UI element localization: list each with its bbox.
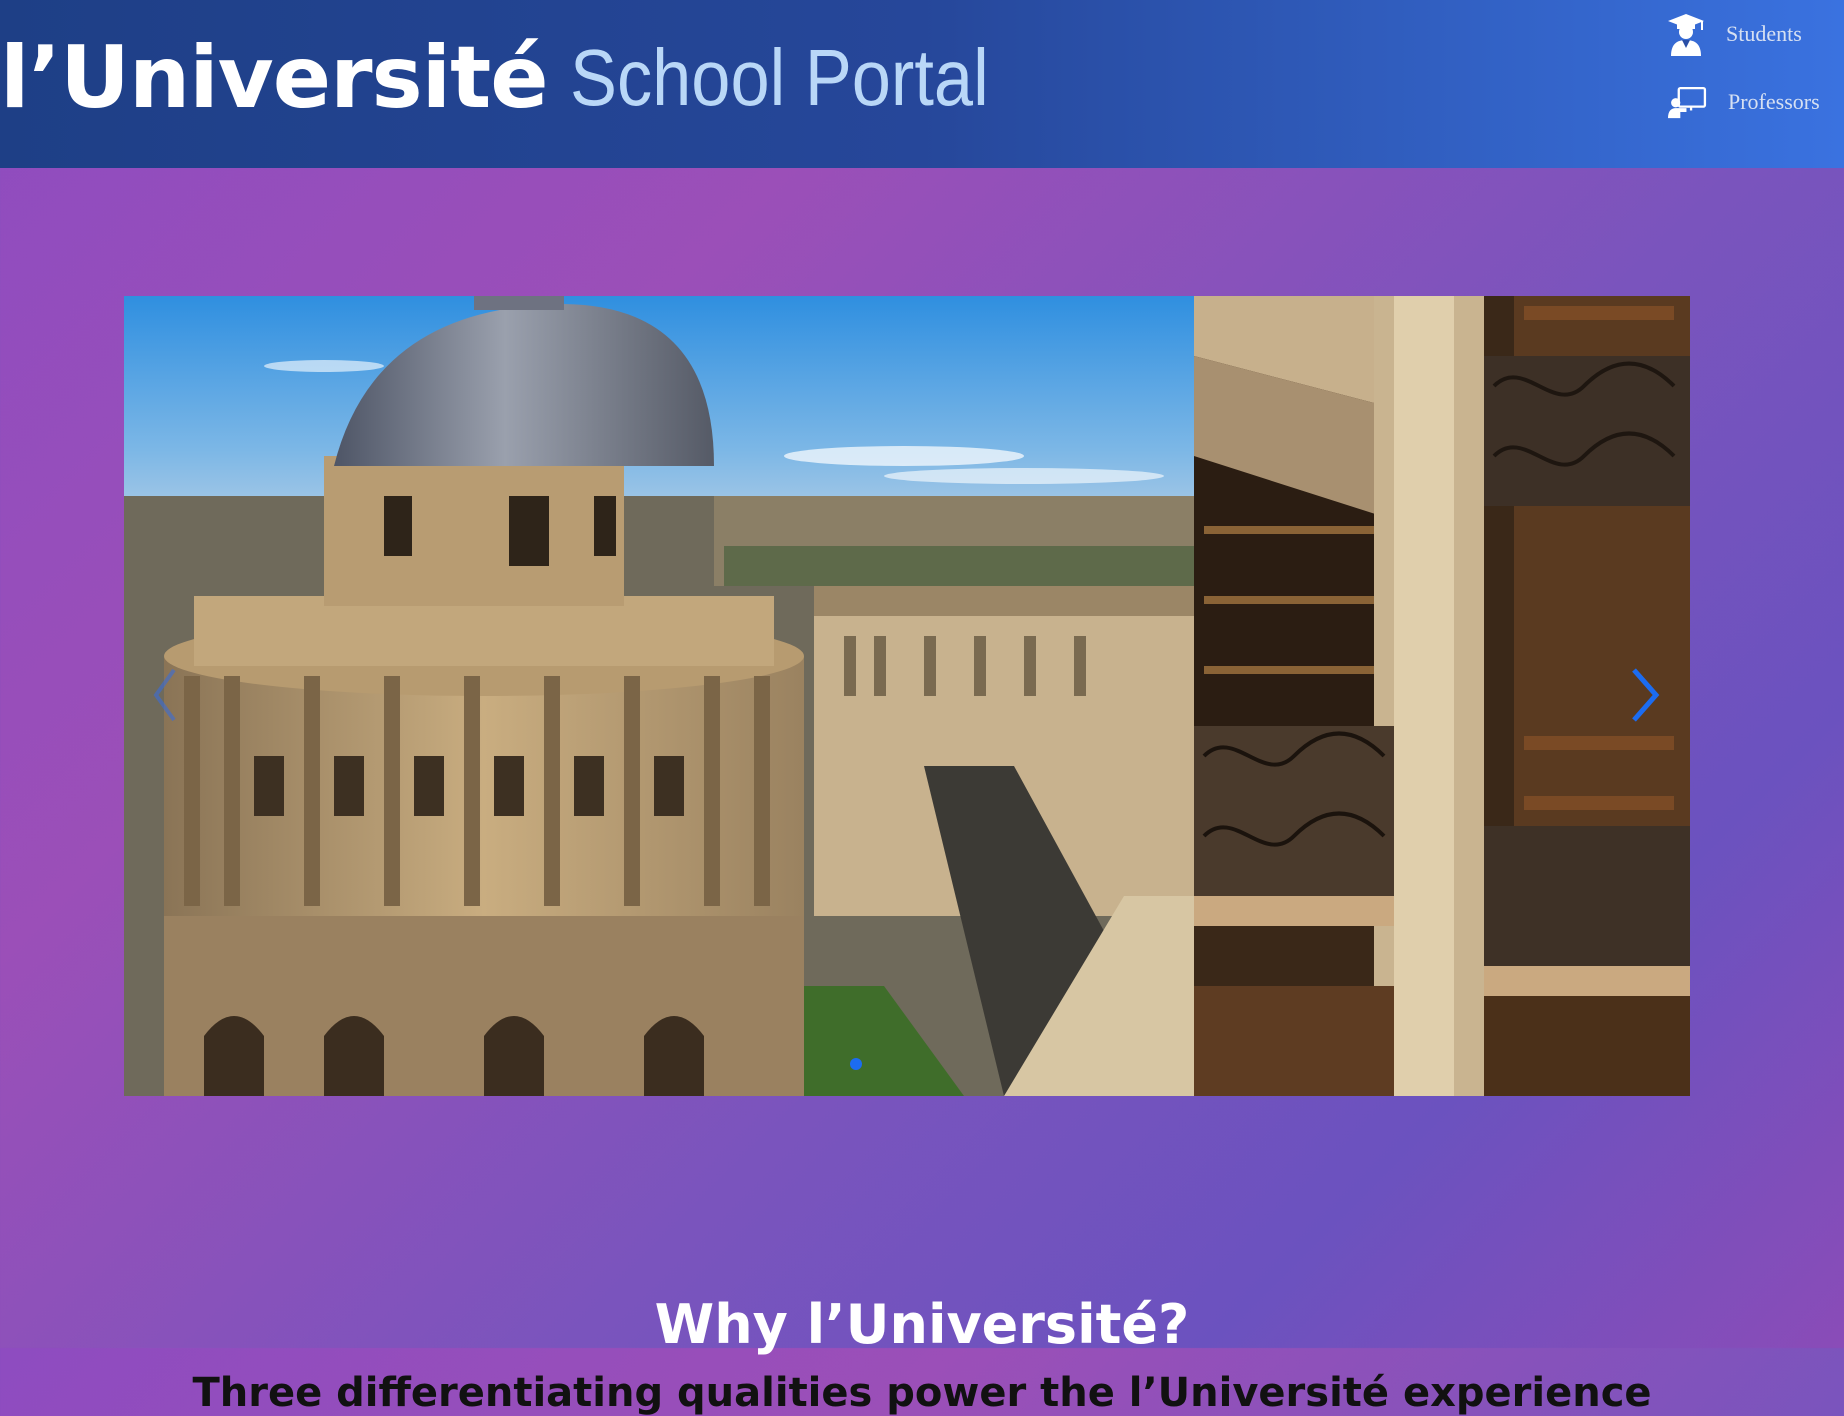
nav-professors-link[interactable]: Professors bbox=[1668, 80, 1820, 124]
site-header: l’Université School Portal Students Prof… bbox=[0, 0, 1844, 168]
section-subtitle: Three differentiating qualities power th… bbox=[192, 1370, 1652, 1416]
graduate-icon bbox=[1666, 12, 1706, 56]
teacher-board-icon bbox=[1668, 80, 1708, 124]
brand-tagline: School Portal bbox=[569, 33, 989, 122]
chevron-right-icon bbox=[1632, 668, 1660, 722]
library-balconies-photo bbox=[1194, 296, 1690, 1096]
brand-name: l’Université bbox=[0, 28, 549, 128]
section-title: Why l’Université? bbox=[654, 1292, 1190, 1356]
brand[interactable]: l’Université School Portal bbox=[0, 18, 1045, 138]
carousel-prev-button[interactable] bbox=[140, 650, 190, 740]
oxford-dome-photo bbox=[124, 296, 1194, 1096]
nav-students-link[interactable]: Students bbox=[1666, 12, 1802, 56]
carousel-indicator-active[interactable] bbox=[850, 1058, 862, 1070]
image-carousel[interactable] bbox=[124, 296, 1690, 1096]
chevron-left-icon bbox=[153, 668, 176, 722]
carousel-next-button[interactable] bbox=[1626, 650, 1676, 740]
nav-professors-label: Professors bbox=[1728, 89, 1820, 114]
nav-students-label: Students bbox=[1726, 21, 1802, 46]
